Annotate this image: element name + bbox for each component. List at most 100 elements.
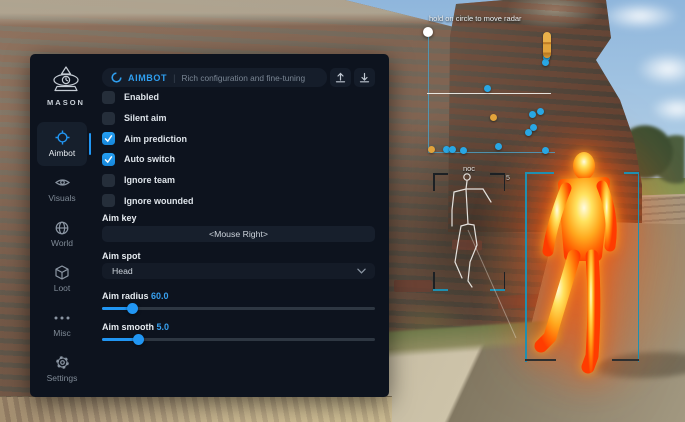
checkbox[interactable]: [102, 153, 115, 166]
menu-header: AIMBOT | Rich configuration and fine-tun…: [102, 68, 375, 87]
radar-dot: [495, 143, 502, 150]
sidebar-item-label: Misc: [53, 328, 70, 338]
ellipsis-icon: [54, 310, 70, 325]
aim-spot-value: Head: [112, 266, 133, 276]
page-subtitle: Rich configuration and fine-tuning: [181, 73, 305, 83]
radar-widget[interactable]: hold on circle to move radar: [416, 12, 581, 172]
radar-dot: [484, 85, 491, 92]
ground-strip: [0, 396, 392, 422]
cube-icon: [55, 265, 69, 280]
cloud: [600, 2, 680, 30]
checkbox-label: Ignore team: [124, 175, 175, 185]
checkbox[interactable]: [102, 194, 115, 207]
page-title: AIMBOT: [128, 73, 167, 83]
sidebar-item-label: Aimbot: [49, 148, 75, 158]
sidebar-item-settings[interactable]: Settings: [37, 347, 87, 391]
sidebar-item-loot[interactable]: Loot: [37, 257, 87, 301]
skeleton-bones: [425, 160, 525, 360]
check-icon: [104, 134, 113, 143]
sidebar-item-label: Visuals: [48, 193, 75, 203]
skeleton-esp: noc 5: [425, 160, 525, 360]
check-icon: [104, 155, 113, 164]
aim-key-value: <Mouse Right>: [209, 229, 268, 239]
cloud: [636, 52, 685, 86]
checkbox[interactable]: [102, 132, 115, 145]
aim-smooth-label: Aim smooth 5.0: [102, 322, 169, 332]
checkbox-row-auto-switch[interactable]: Auto switch: [102, 149, 375, 170]
header-bar: AIMBOT | Rich configuration and fine-tun…: [102, 68, 327, 87]
checkbox-list: Enabled Silent aim Aim prediction Auto s…: [102, 87, 375, 211]
aim-key-bind-button[interactable]: <Mouse Right>: [102, 226, 375, 242]
logo: MASON: [30, 66, 102, 107]
checkbox-label: Aim prediction: [124, 134, 187, 144]
gear-icon: [55, 355, 70, 370]
aim-radius-label: Aim radius 60.0: [102, 291, 169, 301]
slider-value: 60.0: [151, 291, 169, 301]
radar-dot: [542, 147, 549, 154]
sidebar-item-label: Loot: [54, 283, 71, 293]
logo-text: MASON: [30, 98, 102, 107]
export-config-button[interactable]: [330, 68, 351, 87]
sidebar-item-label: Settings: [47, 373, 78, 383]
slider-label: Aim radius: [102, 291, 149, 301]
checkbox-row-aim-prediction[interactable]: Aim prediction: [102, 128, 375, 149]
radar-dot: [428, 146, 435, 153]
radar-dot: [542, 59, 549, 66]
cheat-menu-panel: MASON Aimbot Visuals World: [30, 54, 389, 397]
sidebar-item-visuals[interactable]: Visuals: [37, 167, 87, 211]
radar-dots: [416, 12, 581, 172]
slider-thumb[interactable]: [127, 303, 138, 314]
aim-radius-slider[interactable]: [102, 303, 375, 314]
slider-label: Aim smooth: [102, 322, 154, 332]
checkbox[interactable]: [102, 174, 115, 187]
aim-smooth-slider[interactable]: [102, 334, 375, 345]
radar-dot: [449, 146, 456, 153]
radar-dot: [525, 129, 532, 136]
eye-icon: [55, 175, 70, 190]
esp-box-right: [638, 172, 640, 362]
checkbox-label: Auto switch: [124, 154, 175, 164]
aim-spot-dropdown[interactable]: Head: [102, 263, 375, 279]
checkbox-label: Ignore wounded: [124, 196, 194, 206]
sidebar: MASON Aimbot Visuals World: [30, 54, 102, 397]
chevron-down-icon: [357, 266, 366, 276]
checkbox[interactable]: [102, 112, 115, 125]
radar-marker-capsule: [543, 32, 551, 58]
checkbox-label: Enabled: [124, 92, 159, 102]
sidebar-item-world[interactable]: World: [37, 212, 87, 256]
slider-track[interactable]: [102, 307, 375, 310]
menu-main-content: AIMBOT | Rich configuration and fine-tun…: [102, 54, 375, 397]
checkbox-row-ignore-team[interactable]: Ignore team: [102, 170, 375, 191]
sidebar-item-aimbot[interactable]: Aimbot: [37, 122, 87, 166]
radar-dot: [529, 111, 536, 118]
esp-box-corner: [525, 172, 554, 174]
spinner-icon: [111, 72, 122, 83]
aim-key-label: Aim key: [102, 213, 137, 223]
mason-eye-logo-icon: [50, 66, 82, 93]
radar-dot: [460, 147, 467, 154]
aim-spot-label: Aim spot: [102, 251, 141, 261]
esp-box-corner: [612, 359, 639, 361]
radar-dot: [537, 108, 544, 115]
checkbox-row-ignore-wounded[interactable]: Ignore wounded: [102, 190, 375, 211]
esp-box-left: [525, 172, 527, 362]
checkbox[interactable]: [102, 91, 115, 104]
sidebar-item-label: World: [51, 238, 73, 248]
upload-icon: [335, 72, 346, 83]
slider-thumb[interactable]: [133, 334, 144, 345]
globe-icon: [55, 220, 69, 235]
game-screen: noc 5 hold on circle to move r: [0, 0, 685, 422]
header-separator: |: [173, 73, 175, 83]
crosshair-icon: [55, 130, 70, 145]
sidebar-item-misc[interactable]: Misc: [37, 302, 87, 346]
aim-target-line: [468, 230, 516, 338]
import-config-button[interactable]: [354, 68, 375, 87]
checkbox-row-silent-aim[interactable]: Silent aim: [102, 108, 375, 129]
radar-dot: [490, 114, 497, 121]
player-esp-box: [525, 172, 639, 362]
checkbox-row-enabled[interactable]: Enabled: [102, 87, 375, 108]
slider-value: 5.0: [157, 322, 170, 332]
esp-box-corner: [624, 172, 639, 174]
esp-box-corner: [525, 359, 556, 361]
checkbox-label: Silent aim: [124, 113, 167, 123]
